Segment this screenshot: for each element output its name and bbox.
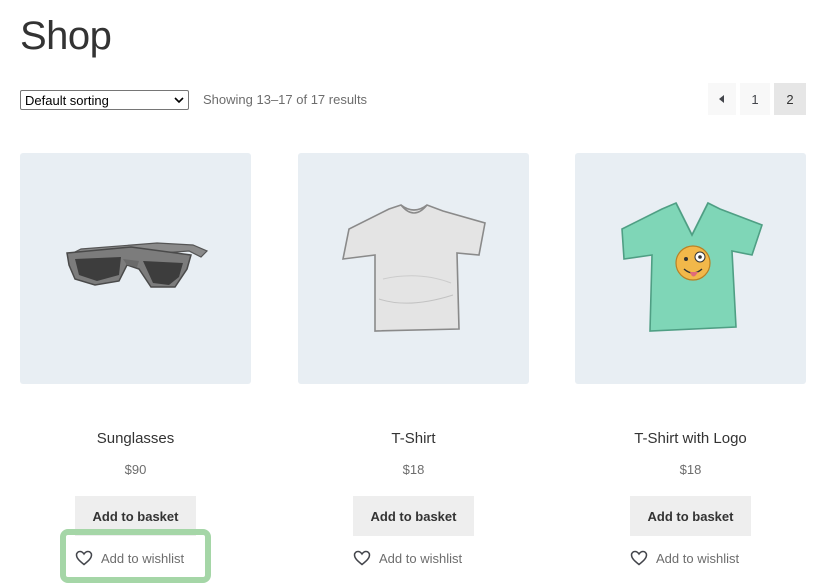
product-price: $18 [679, 462, 702, 477]
result-count: Showing 13–17 of 17 results [203, 92, 368, 107]
product-name[interactable]: T-Shirt with Logo [575, 430, 806, 447]
product-image-t-shirt-with-logo[interactable] [575, 153, 806, 384]
t-shirt-with-logo-image [620, 201, 763, 332]
product-card-t-shirt-with-logo: T-Shirt with Logo $18 Add to basket Add … [575, 153, 806, 566]
sunglasses-image [65, 241, 208, 288]
sorting-select[interactable]: Default sorting [20, 90, 189, 110]
product-card-sunglasses: Sunglasses $90 Add to basket Add to wish… [20, 153, 251, 566]
shop-toolbar: Default sorting Showing 13–17 of 17 resu… [20, 83, 806, 115]
product-image-sunglasses[interactable] [20, 153, 251, 384]
add-to-basket-button[interactable]: Add to basket [353, 496, 474, 536]
heart-icon [353, 550, 371, 566]
caret-left-icon [719, 95, 724, 103]
add-to-wishlist-link[interactable]: Add to wishlist [75, 547, 184, 569]
wishlist-label: Add to wishlist [379, 550, 463, 566]
pagination: 1 2 [708, 83, 806, 115]
pagination-page-1[interactable]: 1 [740, 83, 770, 115]
wishlist-label: Add to wishlist [101, 550, 185, 566]
add-to-wishlist-link[interactable]: Add to wishlist [630, 547, 739, 569]
heart-icon [75, 550, 93, 566]
sorting-select-value: Default sorting [25, 92, 109, 108]
heart-icon [630, 550, 648, 566]
page-title: Shop [20, 14, 112, 58]
t-shirt-image [341, 203, 486, 332]
product-price: $90 [124, 462, 147, 477]
pagination-prev-button[interactable] [708, 83, 736, 115]
product-name[interactable]: Sunglasses [20, 430, 251, 447]
product-price: $18 [402, 462, 425, 477]
product-image-t-shirt[interactable] [298, 153, 529, 384]
pagination-page-2-current: 2 [774, 83, 806, 115]
product-card-t-shirt: T-Shirt $18 Add to basket Add to wishlis… [298, 153, 529, 566]
wishlist-label: Add to wishlist [656, 550, 740, 566]
add-to-basket-button[interactable]: Add to basket [75, 496, 196, 536]
add-to-wishlist-link[interactable]: Add to wishlist [353, 547, 462, 569]
add-to-basket-button[interactable]: Add to basket [630, 496, 751, 536]
product-name[interactable]: T-Shirt [298, 430, 529, 447]
chevron-down-icon [174, 97, 184, 104]
